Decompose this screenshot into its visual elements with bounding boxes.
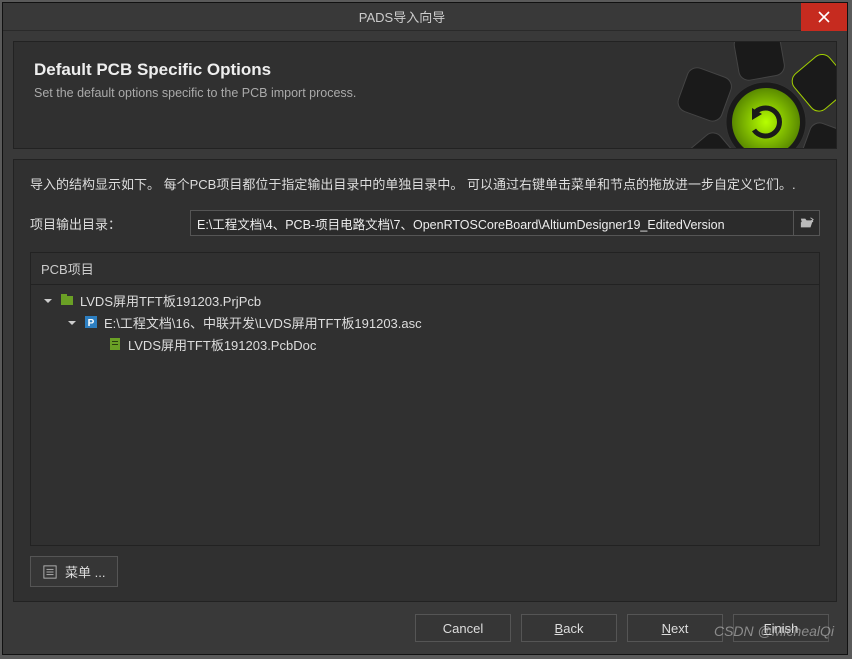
tree-item-label: LVDS屏用TFT板191203.PcbDoc (128, 335, 316, 354)
tree-body: LVDS屏用TFT板191203.PrjPcb P E:\工程文档\16、中联开发\… (31, 285, 819, 545)
finish-button[interactable]: Finish (733, 614, 829, 642)
titlebar: PADS导入向导 (3, 3, 847, 31)
back-button[interactable]: Back (521, 614, 617, 642)
menu-button-label: 菜单 ... (65, 562, 105, 581)
tree-row[interactable]: P E:\工程文档\16、中联开发\LVDS屏用TFT板191203.asc (37, 311, 813, 333)
window-title: PADS导入向导 (3, 7, 801, 26)
close-button[interactable] (801, 3, 847, 31)
folder-open-icon (800, 216, 814, 230)
cancel-button[interactable]: Cancel (415, 614, 511, 642)
expander-icon[interactable] (67, 316, 79, 328)
description-text: 导入的结构显示如下。 每个PCB项目都位于指定输出目录中的单独目录中。 可以通过… (30, 174, 820, 196)
tree-item-label: E:\工程文档\16、中联开发\LVDS屏用TFT板191203.asc (104, 313, 422, 332)
next-button[interactable]: Next (627, 614, 723, 642)
tree-row[interactable]: LVDS屏用TFT板191203.PcbDoc (37, 333, 813, 355)
browse-button[interactable] (794, 210, 820, 236)
tree-row[interactable]: LVDS屏用TFT板191203.PrjPcb (37, 289, 813, 311)
tree-header: PCB项目 (31, 253, 819, 285)
expander-icon[interactable] (91, 338, 103, 350)
output-dir-label: 项目输出目录： (30, 214, 190, 233)
close-icon (818, 11, 830, 23)
output-dir-input[interactable] (190, 210, 794, 236)
tree-item-label: LVDS屏用TFT板191203.PrjPcb (80, 291, 261, 310)
file-green-icon (107, 336, 123, 352)
output-dir-row: 项目输出目录： (30, 210, 820, 236)
wizard-window: PADS导入向导 Default PCB Specific Options Se… (2, 2, 848, 655)
header-graphic (616, 41, 837, 149)
footer: Cancel Back Next Finish (3, 602, 847, 654)
menu-button[interactable]: 菜单 ... (30, 556, 118, 587)
header-panel: Default PCB Specific Options Set the def… (13, 41, 837, 149)
expander-icon[interactable] (43, 294, 55, 306)
body-panel: 导入的结构显示如下。 每个PCB项目都位于指定输出目录中的单独目录中。 可以通过… (13, 159, 837, 602)
menu-list-icon (43, 565, 57, 579)
project-tree: PCB项目 LVDS屏用TFT板191203.PrjPcb P E:\工程文档\16… (30, 252, 820, 546)
project-green-icon (59, 292, 75, 308)
svg-text:P: P (88, 318, 95, 329)
file-p-icon: P (83, 314, 99, 330)
